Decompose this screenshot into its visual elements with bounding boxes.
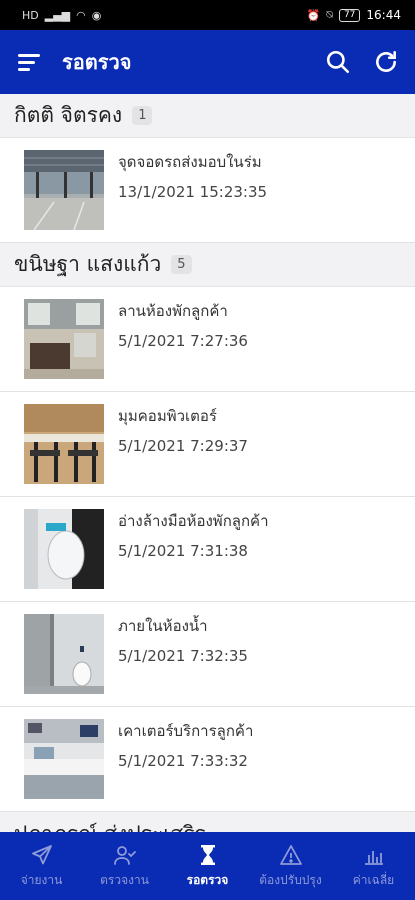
group-count-badge: 5	[171, 255, 192, 274]
messenger-icon: ◉	[91, 8, 102, 22]
item-title: ภายในห้องน้ำ	[118, 617, 208, 635]
list-item[interactable]: มุมคอมพิวเตอร์ 5/1/2021 7:29:37	[0, 392, 415, 497]
app-bar: รอตรวจ	[0, 30, 415, 94]
nav-item-needs-improvement[interactable]: ต้องปรับปรุง	[249, 832, 332, 900]
list-item[interactable]: ภายในห้องน้ำ 5/1/2021 7:32:35	[0, 602, 415, 707]
item-title: เคาเตอร์บริการลูกค้า	[118, 722, 254, 740]
hourglass-icon	[200, 844, 215, 865]
item-date: 5/1/2021 7:31:38	[118, 542, 248, 560]
item-date: 5/1/2021 7:29:37	[118, 437, 248, 455]
group-header: ปภาภรณ์ ส่งประเสริฐ	[0, 812, 415, 832]
nav-item-average[interactable]: ค่าเฉลี่ย	[332, 832, 415, 900]
battery-indicator: 77	[338, 8, 361, 22]
list-item[interactable]: ลานห้องพักลูกค้า 5/1/2021 7:27:36	[0, 287, 415, 392]
group-name: กิตติ จิตรคง	[14, 103, 123, 127]
page-title: รอตรวจ	[62, 50, 132, 74]
item-date: 5/1/2021 7:33:32	[118, 752, 248, 770]
wifi-icon: ◠	[76, 8, 86, 22]
nav-item-review[interactable]: ตรวจงาน	[83, 832, 166, 900]
bar-chart-icon	[364, 850, 383, 865]
refresh-icon[interactable]	[373, 49, 399, 75]
nav-label: ต้องปรับปรุง	[259, 872, 322, 887]
hd-icon: HD	[22, 8, 39, 22]
nav-label: ค่าเฉลี่ย	[352, 872, 395, 887]
item-title: จุดจอดรถส่งมอบในร่ม	[118, 153, 262, 171]
pending-review-list[interactable]: กิตติ จิตรคง 1 จุดจอดรถส่งมอบในร่ม 13/1/…	[0, 94, 415, 832]
group-name: ขนิษฐา แสงแก้ว	[14, 252, 162, 276]
alarm-icon: ⏰	[306, 8, 321, 22]
signal-icon: ▂▄▆	[44, 8, 71, 22]
group-name: ปภาภรณ์ ส่งประเสริฐ	[14, 818, 206, 832]
search-icon[interactable]	[325, 49, 351, 75]
group-count-badge: 1	[132, 106, 153, 125]
item-thumbnail	[24, 404, 104, 484]
nav-label: จ่ายงาน	[20, 872, 63, 887]
menu-icon[interactable]	[18, 52, 42, 72]
item-title: อ่างล้างมือห้องพักลูกค้า	[118, 512, 269, 530]
item-thumbnail	[24, 719, 104, 799]
item-date: 13/1/2021 15:23:35	[118, 183, 268, 201]
mute-icon: ⍉	[326, 8, 333, 21]
item-thumbnail	[24, 299, 104, 379]
status-right: ⏰ ⍉ 77 16:44	[307, 8, 401, 22]
list-item[interactable]: จุดจอดรถส่งมอบในร่ม 13/1/2021 15:23:35	[0, 138, 415, 243]
item-thumbnail	[24, 509, 104, 589]
list-item[interactable]: เคาเตอร์บริการลูกค้า 5/1/2021 7:33:32	[0, 707, 415, 812]
item-title: ลานห้องพักลูกค้า	[118, 302, 228, 320]
group-header: ขนิษฐา แสงแก้ว 5	[0, 243, 415, 287]
item-date: 5/1/2021 7:32:35	[118, 647, 248, 665]
list-item[interactable]: อ่างล้างมือห้องพักลูกค้า 5/1/2021 7:31:3…	[0, 497, 415, 602]
send-icon	[31, 844, 52, 864]
group-header: กิตติ จิตรคง 1	[0, 94, 415, 138]
nav-item-pending[interactable]: รอตรวจ	[166, 832, 249, 900]
warning-icon	[279, 844, 302, 865]
user-check-icon	[113, 845, 136, 865]
item-title: มุมคอมพิวเตอร์	[118, 407, 217, 425]
item-date: 5/1/2021 7:27:36	[118, 332, 248, 350]
nav-label: ตรวจงาน	[100, 872, 149, 887]
bottom-nav: จ่ายงาน ตรวจงาน รอตรวจ ต้องปรับปรุง ค่าเ…	[0, 832, 415, 900]
item-thumbnail	[24, 614, 104, 694]
item-thumbnail	[24, 150, 104, 230]
status-bar: HD ▂▄▆ ◠ ◉ ⏰ ⍉ 77 16:44	[0, 0, 415, 30]
nav-label: รอตรวจ	[186, 872, 229, 887]
status-left-icons: HD ▂▄▆ ◠ ◉	[22, 9, 101, 22]
status-time: 16:44	[366, 8, 401, 22]
nav-item-assign[interactable]: จ่ายงาน	[0, 832, 83, 900]
